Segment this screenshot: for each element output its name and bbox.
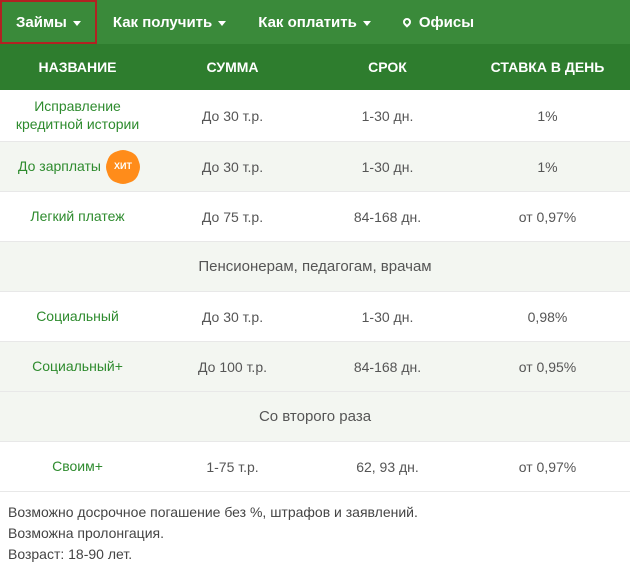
cell-rate: от 0,95%: [465, 351, 630, 383]
cell-rate: от 0,97%: [465, 201, 630, 233]
section-heading: Со второго раза: [0, 392, 630, 442]
nav-label: Как получить: [113, 14, 212, 31]
th-term: СРОК: [310, 59, 465, 75]
top-nav: Займы Как получить Как оплатить Офисы: [0, 0, 630, 44]
cell-term: 84-168 дн.: [310, 201, 465, 233]
section-heading: Пенсионерам, педагогам, врачам: [0, 242, 630, 292]
chevron-down-icon: [218, 21, 226, 26]
table-row: Легкий платеж До 75 т.р. 84-168 дн. от 0…: [0, 192, 630, 242]
product-name-link[interactable]: Социальный: [0, 300, 155, 334]
nav-item-how-to-get[interactable]: Как получить: [97, 0, 242, 44]
hit-badge-icon: ХИТ: [109, 153, 137, 181]
cell-sum: До 100 т.р.: [155, 351, 310, 383]
product-name-link[interactable]: Своим+: [0, 450, 155, 484]
nav-label: Офисы: [419, 14, 474, 31]
product-name-link[interactable]: До зарплаты ХИТ: [0, 145, 155, 189]
cell-sum: До 30 т.р.: [155, 301, 310, 333]
cell-term: 1-30 дн.: [310, 151, 465, 183]
cell-rate: 1%: [465, 151, 630, 183]
cell-rate: 1%: [465, 100, 630, 132]
product-name-link[interactable]: Легкий платеж: [0, 200, 155, 234]
footer-line: Возможно досрочное погашение без %, штра…: [8, 502, 622, 523]
cell-term: 1-30 дн.: [310, 100, 465, 132]
cell-term: 1-30 дн.: [310, 301, 465, 333]
th-sum: СУММА: [155, 59, 310, 75]
table-row: Социальный+ До 100 т.р. 84-168 дн. от 0,…: [0, 342, 630, 392]
th-name: НАЗВАНИЕ: [0, 59, 155, 75]
nav-item-offices[interactable]: Офисы: [387, 0, 490, 44]
cell-sum: 1-75 т.р.: [155, 451, 310, 483]
nav-label: Как оплатить: [258, 14, 357, 31]
th-rate: СТАВКА В ДЕНЬ: [465, 59, 630, 75]
product-name-link[interactable]: Социальный+: [0, 350, 155, 384]
cell-sum: До 30 т.р.: [155, 100, 310, 132]
table-row: До зарплаты ХИТ До 30 т.р. 1-30 дн. 1%: [0, 142, 630, 192]
cell-term: 84-168 дн.: [310, 351, 465, 383]
cell-rate: от 0,97%: [465, 451, 630, 483]
cell-rate: 0,98%: [465, 301, 630, 333]
table-row: Социальный До 30 т.р. 1-30 дн. 0,98%: [0, 292, 630, 342]
cell-term: 62, 93 дн.: [310, 451, 465, 483]
table-row: Исправление кредитной истории До 30 т.р.…: [0, 90, 630, 142]
footer-notes: Возможно досрочное погашение без %, штра…: [0, 492, 630, 579]
cell-sum: До 75 т.р.: [155, 201, 310, 233]
nav-label: Займы: [16, 14, 67, 31]
chevron-down-icon: [73, 21, 81, 26]
nav-item-loans[interactable]: Займы: [0, 0, 97, 44]
nav-item-how-to-pay[interactable]: Как оплатить: [242, 0, 387, 44]
chevron-down-icon: [363, 21, 371, 26]
product-name-link[interactable]: Исправление кредитной истории: [0, 90, 155, 141]
table-row: Своим+ 1-75 т.р. 62, 93 дн. от 0,97%: [0, 442, 630, 492]
table-header: НАЗВАНИЕ СУММА СРОК СТАВКА В ДЕНЬ: [0, 44, 630, 90]
footer-line: Возраст: 18-90 лет.: [8, 544, 622, 565]
cell-sum: До 30 т.р.: [155, 151, 310, 183]
map-pin-icon: [401, 16, 412, 27]
footer-line: Возможна пролонгация.: [8, 523, 622, 544]
